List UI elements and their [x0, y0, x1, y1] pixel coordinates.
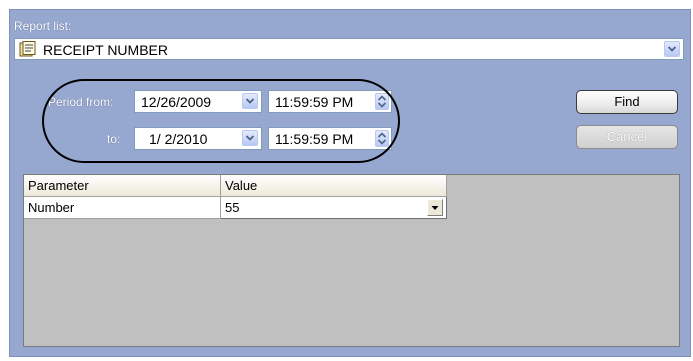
report-list-dropdown-button[interactable]	[664, 41, 680, 57]
parameter-cell: Number	[24, 197, 221, 219]
report-list-select[interactable]: RECEIPT NUMBER	[14, 38, 684, 60]
chevron-down-icon	[668, 46, 676, 52]
report-list-label: Report list:	[14, 19, 72, 33]
column-header-value[interactable]: Value	[221, 175, 447, 197]
value-cell[interactable]: 55	[221, 197, 447, 219]
report-list-value: RECEIPT NUMBER	[43, 42, 168, 58]
cancel-button[interactable]: Cancel	[576, 125, 678, 149]
triangle-down-icon	[431, 206, 439, 210]
column-header-parameter[interactable]: Parameter	[24, 175, 221, 197]
find-button[interactable]: Find	[576, 90, 678, 114]
value-cell-text: 55	[225, 200, 240, 215]
parameter-grid: Parameter Value Number 55	[23, 174, 680, 347]
report-document-icon	[19, 41, 36, 57]
highlight-oval	[42, 79, 400, 163]
value-dropdown-button[interactable]	[427, 199, 443, 216]
